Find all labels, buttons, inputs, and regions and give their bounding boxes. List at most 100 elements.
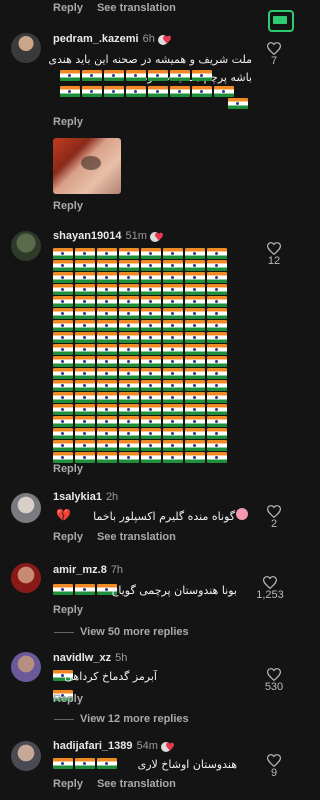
india-flag-emoji	[119, 416, 139, 427]
india-flag-emoji	[53, 296, 73, 307]
india-flag-emoji	[185, 320, 205, 331]
india-flag-emoji	[207, 440, 227, 451]
india-flag-emoji	[119, 332, 139, 343]
india-flag-emoji	[163, 392, 183, 403]
india-flag-emoji	[163, 308, 183, 319]
india-flag-emoji	[207, 428, 227, 439]
like-control[interactable]: 12	[254, 242, 294, 267]
india-flag-emoji	[53, 452, 73, 463]
comment-text: بونا هندوستان پرچمی گویاخ	[111, 584, 237, 597]
india-flag-emoji	[163, 368, 183, 379]
see-translation-link[interactable]: See translation	[97, 2, 176, 14]
reply-button[interactable]: Reply	[53, 604, 83, 616]
india-flag-emoji	[97, 758, 117, 769]
like-control[interactable]: 9	[254, 754, 294, 779]
view-more-replies[interactable]: View 12 more replies	[54, 713, 189, 725]
india-flag-emoji	[97, 308, 117, 319]
view-more-replies[interactable]: View 50 more replies	[54, 626, 189, 638]
india-flag-emoji	[207, 380, 227, 391]
avatar[interactable]	[11, 493, 41, 523]
india-flag-emoji	[163, 248, 183, 259]
like-control[interactable]: 7	[254, 42, 294, 67]
india-flag-emoji	[53, 260, 73, 271]
see-translation-link[interactable]: See translation	[97, 531, 176, 543]
india-flag-emoji	[97, 284, 117, 295]
india-flag-emoji	[75, 380, 95, 391]
like-count: 9	[270, 767, 278, 779]
india-flag-emoji	[207, 308, 227, 319]
like-control[interactable]: 530	[254, 668, 294, 693]
reply-button[interactable]: Reply	[53, 463, 83, 475]
comment-text: گوناه منده گلیرم اکسپلور باخما	[93, 510, 235, 523]
india-flag-emoji	[207, 248, 227, 259]
like-count: 530	[264, 681, 284, 693]
india-flag-emoji	[97, 440, 117, 451]
reply-button[interactable]: Reply	[53, 2, 83, 14]
username[interactable]: 1salykia1	[53, 491, 102, 503]
india-flag-emoji	[163, 440, 183, 451]
india-flag-emoji	[185, 404, 205, 415]
india-flag-emoji	[82, 70, 102, 81]
india-flag-emoji	[53, 284, 73, 295]
india-flag-emoji	[141, 404, 161, 415]
india-flag-emoji	[119, 272, 139, 283]
india-flag-emoji	[75, 356, 95, 367]
india-flag-emoji	[163, 344, 183, 355]
india-flag-emoji	[119, 380, 139, 391]
like-control[interactable]: 1,253	[250, 576, 290, 601]
india-flag-emoji	[119, 284, 139, 295]
avatar[interactable]	[11, 652, 41, 682]
like-control[interactable]: 2	[254, 505, 294, 530]
pig-emoji	[236, 508, 248, 520]
like-count: 12	[267, 255, 281, 267]
reply-row: Reply See translation	[53, 778, 176, 790]
india-flag-emoji	[97, 356, 117, 367]
india-flag-emoji	[75, 416, 95, 427]
india-flag-emoji	[163, 260, 183, 271]
india-flag-emoji	[75, 248, 95, 259]
india-flag-emoji	[185, 368, 205, 379]
reply-button[interactable]: Reply	[53, 200, 83, 212]
india-flag-emoji	[185, 296, 205, 307]
india-flag-emoji	[60, 70, 80, 81]
india-flag-emoji	[141, 320, 161, 331]
comment-image[interactable]	[53, 138, 121, 194]
india-flag-emoji	[207, 296, 227, 307]
india-flag-emoji	[97, 320, 117, 331]
india-flag-emoji	[53, 248, 73, 259]
india-flag-emoji	[104, 70, 124, 81]
avatar[interactable]	[11, 563, 41, 593]
reply-button[interactable]: Reply	[53, 693, 83, 705]
india-flag-emoji	[141, 380, 161, 391]
india-flag-emoji	[163, 320, 183, 331]
india-flag-emoji	[119, 344, 139, 355]
heart-icon	[267, 754, 281, 767]
reply-button[interactable]: Reply	[53, 116, 83, 128]
avatar[interactable]	[11, 231, 41, 261]
flag-emoji-row	[60, 86, 234, 97]
india-flag-emoji	[141, 260, 161, 271]
india-flag-emoji	[119, 296, 139, 307]
reply-button[interactable]: Reply	[53, 778, 83, 790]
india-flag-emoji	[163, 416, 183, 427]
india-flag-emoji	[163, 332, 183, 343]
india-flag-emoji	[53, 332, 73, 343]
india-flag-emoji	[53, 416, 73, 427]
reply-row: Reply	[53, 463, 83, 475]
reply-button[interactable]: Reply	[53, 531, 83, 543]
username[interactable]: shayan19014	[53, 230, 122, 242]
username[interactable]: navidlw_xz	[53, 652, 111, 664]
see-translation-link[interactable]: See translation	[97, 778, 176, 790]
india-flag-emoji	[141, 392, 161, 403]
india-flag-emoji	[53, 758, 73, 769]
india-flag-emoji	[97, 344, 117, 355]
india-flag-emoji	[53, 392, 73, 403]
india-flag-emoji	[97, 380, 117, 391]
translate-badge-icon[interactable]	[268, 10, 294, 32]
avatar[interactable]	[11, 741, 41, 771]
avatar[interactable]	[11, 33, 41, 63]
india-flag-emoji	[185, 452, 205, 463]
username[interactable]: amir_mz.8	[53, 564, 107, 576]
username[interactable]: hadijafari_1389	[53, 740, 133, 752]
username[interactable]: pedram_.kazemi	[53, 33, 139, 45]
